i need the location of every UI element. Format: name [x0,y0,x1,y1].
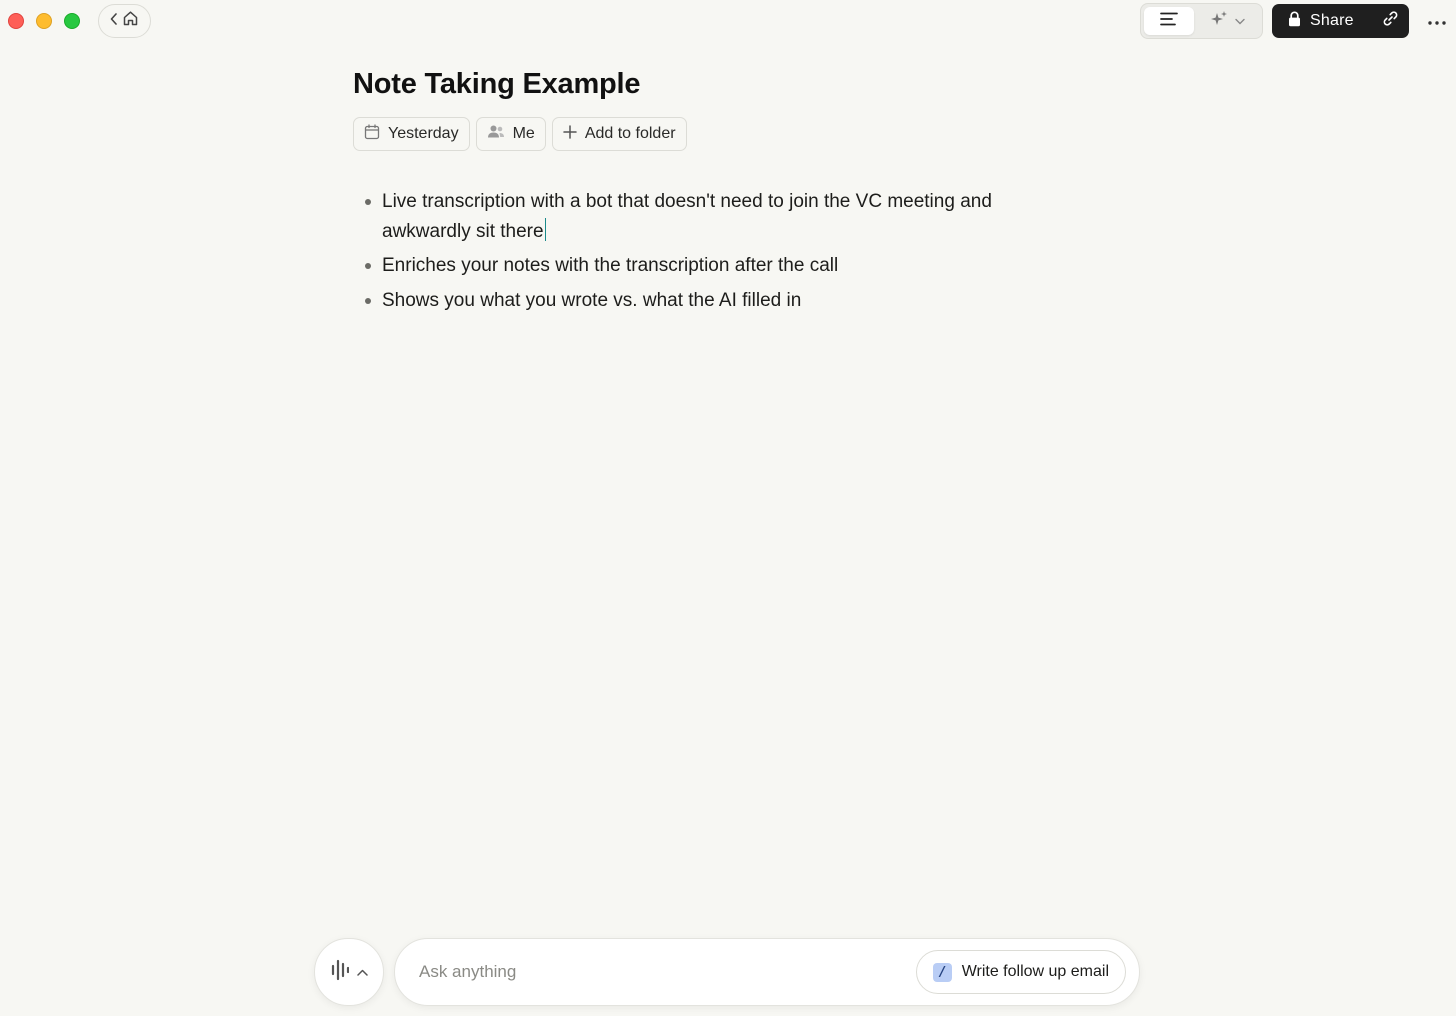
maximize-window-button[interactable] [64,13,80,29]
close-window-button[interactable] [8,13,24,29]
back-home-button[interactable] [98,4,151,38]
bullet-text: Shows you what you wrote vs. what the AI… [382,289,802,311]
sparkles-icon [1209,10,1229,33]
attendees-chip[interactable]: Me [475,117,546,151]
date-chip[interactable]: Yesterday [353,117,470,151]
view-toggle [1140,3,1263,39]
share-label: Share [1310,12,1354,29]
copy-link-button[interactable] [1372,4,1409,38]
transcription-toggle-button[interactable] [314,938,384,1006]
link-icon [1382,10,1399,32]
bullet-text: Enriches your notes with the transcripti… [382,255,839,276]
date-chip-label: Yesterday [388,125,459,142]
share-group: Share [1272,4,1409,38]
lock-icon [1288,11,1301,32]
bullet-text: Live transcription with a bot that doesn… [382,191,992,242]
note-title[interactable]: Note Taking Example [353,64,1053,104]
note-metadata-chips: Yesterday Me Add to folder [353,117,1053,151]
notes-view-button[interactable] [1144,7,1194,35]
ai-view-button[interactable] [1194,7,1259,35]
chevron-up-icon [356,963,368,981]
audio-waveform-icon [331,957,349,988]
write-follow-up-email-button[interactable]: / Write follow up email [915,950,1126,994]
ask-input[interactable] [419,962,916,982]
add-to-folder-chip[interactable]: Add to folder [551,117,687,151]
app-window: Share Note Taking Example Yesterday Me A… [0,0,1456,1016]
list-item[interactable]: Live transcription with a bot that doesn… [365,187,1053,246]
follow-up-label: Write follow up email [961,963,1109,980]
people-icon [487,124,505,144]
ellipsis-icon [1428,12,1446,30]
chevron-left-icon [110,12,118,30]
note-document: Note Taking Example Yesterday Me Add to … [353,64,1053,320]
add-to-folder-label: Add to folder [584,125,676,142]
more-options-button[interactable] [1426,10,1448,32]
ask-bar: / Write follow up email [394,938,1140,1006]
text-cursor [544,217,547,241]
home-icon [122,10,139,32]
note-bullet-list[interactable]: Live transcription with a bot that doesn… [353,187,1053,315]
share-button[interactable]: Share [1272,4,1372,38]
calendar-icon [364,123,380,145]
plus-icon [563,124,577,144]
attendees-chip-label: Me [512,125,535,142]
list-item[interactable]: Shows you what you wrote vs. what the AI… [365,286,1053,316]
chevron-down-icon [1234,12,1245,30]
window-controls [8,13,80,29]
slash-command-icon: / [932,962,952,982]
list-item[interactable]: Enriches your notes with the transcripti… [365,251,1053,281]
text-align-left-icon [1160,12,1178,31]
minimize-window-button[interactable] [36,13,52,29]
